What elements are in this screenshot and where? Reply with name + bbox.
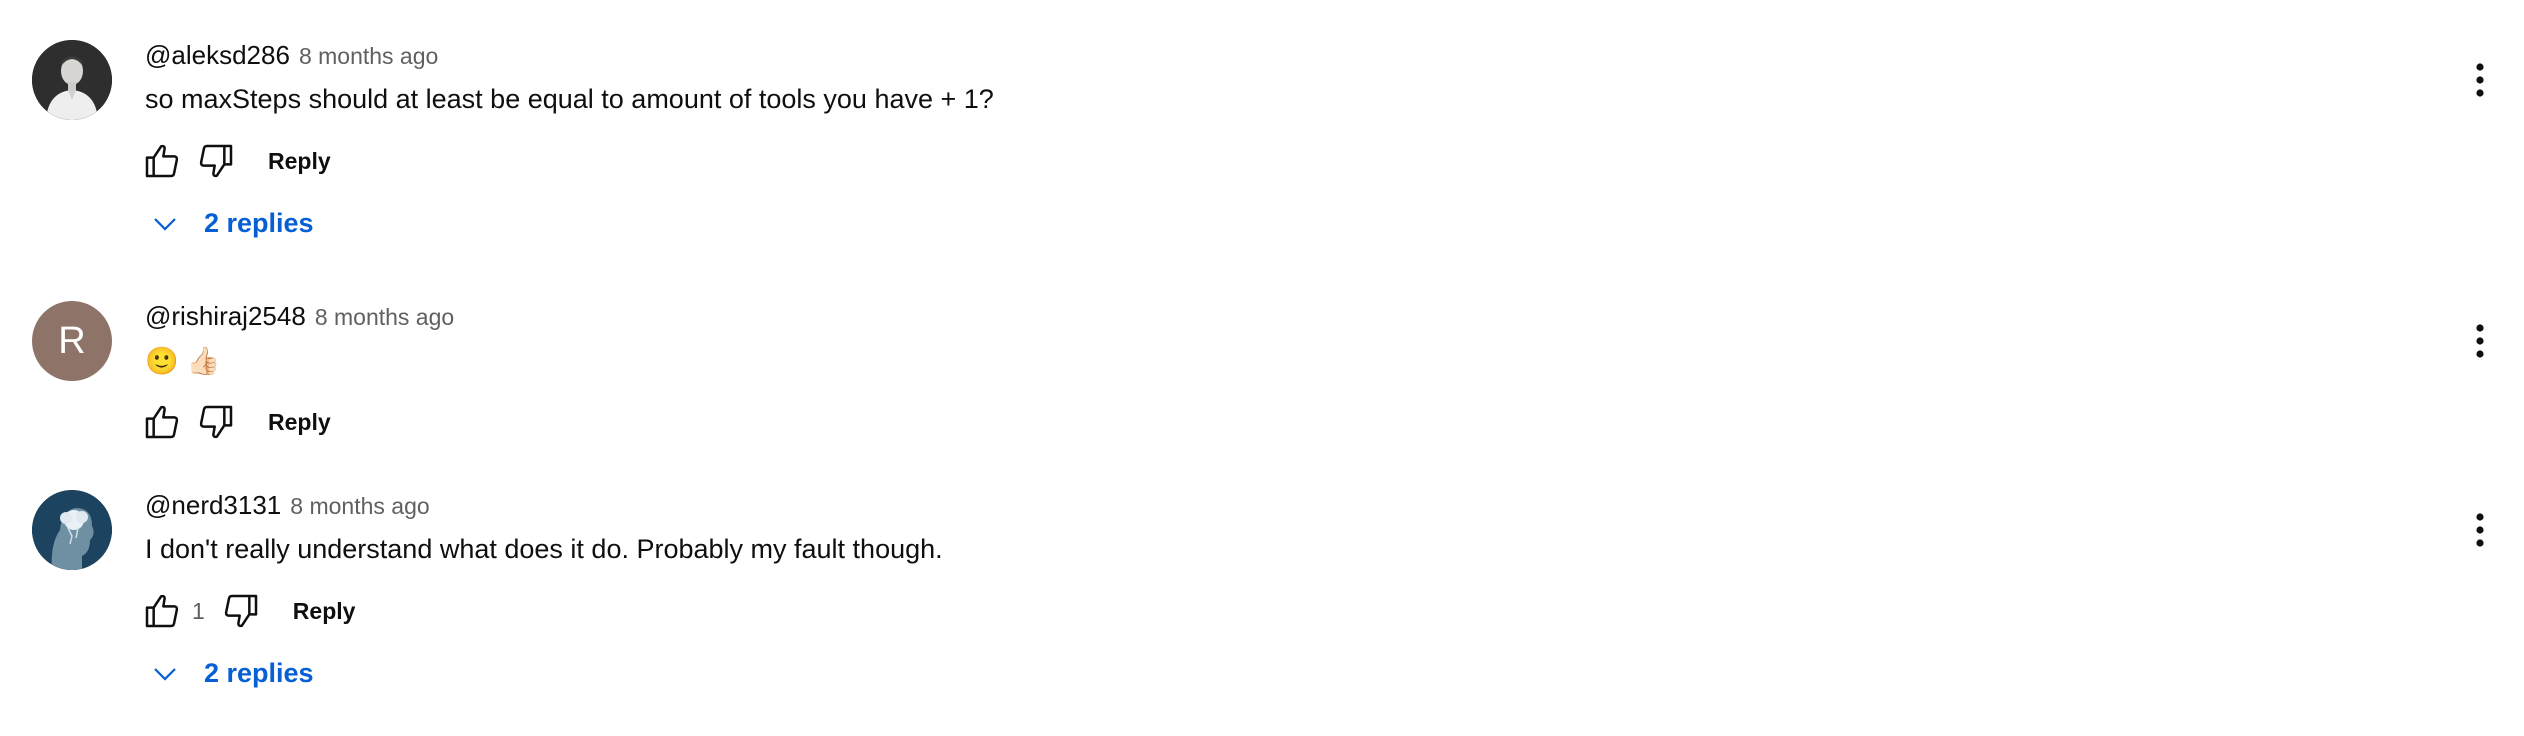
avatar[interactable]	[32, 490, 112, 570]
dislike-button[interactable]	[194, 139, 238, 183]
view-replies-button[interactable]: 2 replies	[150, 208, 314, 239]
more-vert-icon	[2476, 513, 2484, 547]
avatar-letter: R	[58, 319, 86, 362]
more-vert-icon	[2476, 324, 2484, 358]
comment-text: 🙂 👍🏻	[145, 345, 220, 377]
like-button[interactable]	[140, 400, 184, 444]
comment-action-menu[interactable]	[2460, 317, 2500, 365]
comment-toolbar: 1 Reply	[140, 589, 355, 633]
like-button[interactable]	[140, 589, 184, 633]
dislike-button[interactable]	[219, 589, 263, 633]
comment-time[interactable]: 8 months ago	[315, 304, 454, 331]
comment-text: so maxSteps should at least be equal to …	[145, 84, 994, 114]
avatar[interactable]: R	[32, 301, 112, 381]
reply-button[interactable]: Reply	[293, 598, 356, 625]
replies-count-label: 2 replies	[204, 658, 314, 688]
comment-header: @rishiraj2548 8 months ago	[145, 301, 454, 335]
dislike-button[interactable]	[194, 400, 238, 444]
chevron-down-icon	[154, 217, 176, 231]
chevron-down-icon	[154, 667, 176, 681]
reply-button[interactable]: Reply	[268, 148, 331, 175]
comment-time[interactable]: 8 months ago	[290, 493, 429, 520]
thumbs-down-icon	[199, 144, 233, 178]
comment-action-menu[interactable]	[2460, 506, 2500, 554]
thumbs-up-icon	[145, 594, 179, 628]
comment-header: @nerd3131 8 months ago	[145, 490, 430, 524]
thumbs-up-icon	[145, 405, 179, 439]
avatar[interactable]	[32, 40, 112, 120]
reply-button[interactable]: Reply	[268, 409, 331, 436]
replies-count-label: 2 replies	[204, 208, 314, 238]
comment-action-menu[interactable]	[2460, 56, 2500, 104]
thumbs-up-icon	[145, 144, 179, 178]
author-name[interactable]: @rishiraj2548	[145, 301, 306, 332]
author-name[interactable]: @nerd3131	[145, 490, 281, 521]
author-name[interactable]: @aleksd286	[145, 40, 290, 71]
thumbs-down-icon	[224, 594, 258, 628]
comment-toolbar: Reply	[140, 139, 331, 183]
more-vert-icon	[2476, 63, 2484, 97]
thumbs-up-emoji: 👍🏻	[186, 346, 221, 376]
comment-toolbar: Reply	[140, 400, 331, 444]
comment-time[interactable]: 8 months ago	[299, 43, 438, 70]
like-button[interactable]	[140, 139, 184, 183]
like-count: 1	[192, 597, 205, 624]
smiling-face-emoji: 🙂	[145, 346, 179, 376]
thumbs-down-icon	[199, 405, 233, 439]
comment-header: @aleksd286 8 months ago	[145, 40, 438, 74]
comment-text: I don't really understand what does it d…	[145, 534, 943, 564]
view-replies-button[interactable]: 2 replies	[150, 658, 314, 689]
